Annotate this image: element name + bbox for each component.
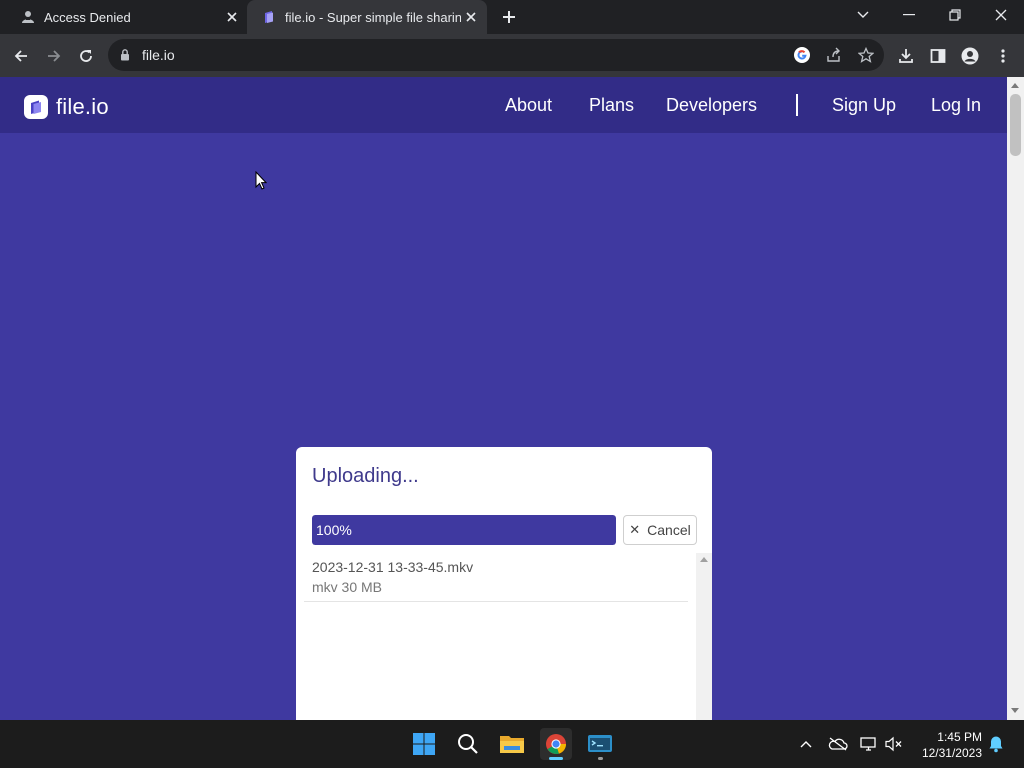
minimize-icon[interactable] [886, 0, 932, 30]
address-text[interactable]: file.io [142, 47, 175, 63]
search-icon[interactable] [452, 728, 484, 760]
access-denied-favicon-icon [20, 9, 36, 25]
list-item: 2023-12-31 13-33-45.mkv mkv 30 MB [304, 553, 688, 602]
network-icon[interactable] [859, 734, 879, 754]
upload-progress-bar: 100% [312, 515, 616, 545]
tab-fileio[interactable]: file.io - Super simple file sharing [247, 0, 487, 34]
bookmark-star-icon[interactable] [856, 45, 876, 65]
nav-divider [796, 94, 798, 116]
page-viewport: file.io About Plans Developers Sign Up L… [0, 77, 1007, 720]
terminal-icon[interactable] [584, 728, 616, 760]
profile-icon[interactable] [957, 43, 983, 69]
cancel-button[interactable]: ✕ Cancel [623, 515, 697, 545]
restore-icon[interactable] [932, 0, 978, 30]
upload-file-list: 2023-12-31 13-33-45.mkv mkv 30 MB [304, 553, 712, 720]
file-name: 2023-12-31 13-33-45.mkv [312, 559, 474, 575]
nav-plans-link[interactable]: Plans [589, 95, 634, 116]
side-panel-icon[interactable] [925, 43, 951, 69]
start-icon[interactable] [408, 728, 440, 760]
google-lens-icon[interactable] [792, 45, 812, 65]
nav-about-link[interactable]: About [505, 95, 552, 116]
menu-kebab-icon[interactable] [990, 43, 1016, 69]
share-icon[interactable] [824, 45, 844, 65]
clock-time: 1:45 PM [937, 730, 982, 744]
close-window-icon[interactable] [978, 0, 1024, 30]
windows-taskbar: 1:45 PM 12/31/2023 [0, 720, 1024, 768]
page-scrollbar[interactable] [1007, 77, 1024, 720]
browser-tab-strip: Access Denied file.io - Super simple fil… [0, 0, 1024, 34]
upload-dialog: Uploading... 100% ✕ Cancel 2023-12-31 13… [296, 447, 712, 720]
progress-fill [312, 515, 616, 545]
logo-text: file.io [56, 94, 109, 119]
running-app-indicator [598, 757, 603, 760]
volume-muted-icon[interactable] [884, 734, 904, 754]
file-explorer-icon[interactable] [496, 728, 528, 760]
tab-title: file.io - Super simple file sharing [285, 9, 461, 25]
notification-bell-icon[interactable] [986, 734, 1006, 754]
lock-icon[interactable] [120, 48, 130, 66]
scroll-up-icon[interactable] [700, 557, 708, 562]
fileio-logo-icon [24, 95, 48, 119]
file-meta: mkv 30 MB [312, 579, 383, 595]
site-logo[interactable]: file.io [24, 94, 109, 120]
download-icon[interactable] [893, 43, 919, 69]
forward-icon[interactable] [41, 43, 67, 69]
site-navbar: file.io About Plans Developers Sign Up L… [0, 77, 1007, 133]
tab-title: Access Denied [44, 9, 131, 25]
scroll-up-icon[interactable] [1011, 83, 1019, 88]
mouse-cursor-icon [255, 170, 268, 195]
nav-login-link[interactable]: Log In [931, 95, 981, 116]
scroll-down-icon[interactable] [1011, 708, 1019, 713]
nav-signup-link[interactable]: Sign Up [832, 95, 896, 116]
scrollbar-thumb[interactable] [1010, 94, 1021, 156]
taskbar-clock[interactable]: 1:45 PM 12/31/2023 [914, 729, 982, 761]
back-icon[interactable] [8, 43, 34, 69]
reload-icon[interactable] [73, 43, 99, 69]
close-tab-icon[interactable] [463, 9, 479, 25]
active-app-indicator [549, 757, 563, 760]
tab-search-icon[interactable] [840, 0, 886, 30]
browser-toolbar: file.io [0, 34, 1024, 77]
fileio-favicon-icon [261, 9, 277, 25]
address-bar[interactable]: file.io [108, 39, 884, 71]
new-tab-icon[interactable] [498, 6, 520, 28]
cancel-label: Cancel [647, 522, 691, 538]
close-icon: ✕ [629, 522, 641, 537]
chevron-up-icon[interactable] [796, 734, 816, 754]
close-tab-icon[interactable] [224, 9, 240, 25]
clock-date: 12/31/2023 [921, 746, 982, 760]
onedrive-offline-icon[interactable] [828, 734, 848, 754]
progress-label: 100% [316, 522, 352, 538]
chrome-icon[interactable] [540, 728, 572, 760]
nav-developers-link[interactable]: Developers [666, 95, 757, 116]
upload-status-title: Uploading... [312, 465, 419, 487]
file-list-scrollbar[interactable] [696, 553, 712, 720]
tab-access-denied[interactable]: Access Denied [0, 0, 246, 34]
